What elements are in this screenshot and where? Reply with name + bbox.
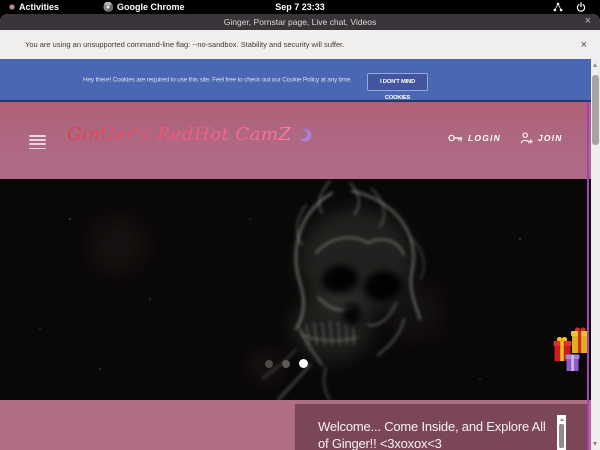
activities-button[interactable]: Activities bbox=[9, 2, 59, 12]
gnome-top-bar: Activities Google Chrome Sep 7 23:33 bbox=[0, 0, 600, 14]
network-icon[interactable] bbox=[553, 2, 563, 12]
cookie-banner: Hey there! Cookies are required to use t… bbox=[0, 59, 591, 102]
warning-message: You are using an unsupported command-lin… bbox=[25, 40, 344, 49]
carousel-dot-3-active[interactable] bbox=[299, 359, 308, 368]
user-plus-icon bbox=[520, 132, 533, 144]
hamburger-menu-icon[interactable] bbox=[29, 135, 47, 152]
carousel-dot-2[interactable] bbox=[282, 360, 290, 368]
warning-close-icon[interactable]: × bbox=[581, 39, 587, 51]
panel-scrollbar-thumb[interactable] bbox=[559, 424, 564, 448]
site-logo[interactable]: GinGer's RedHot CamZ bbox=[67, 124, 312, 145]
crescent-moon-icon bbox=[298, 128, 312, 142]
power-icon[interactable] bbox=[576, 2, 586, 12]
page-bottom-strip: Welcome... Come Inside, and Explore All … bbox=[0, 400, 591, 450]
page-accent-line bbox=[587, 102, 589, 450]
welcome-line-1: Welcome... Come Inside, and Explore All bbox=[318, 418, 547, 435]
welcome-panel-scrollbar[interactable] bbox=[557, 415, 566, 450]
scrollbar-down-icon[interactable] bbox=[593, 442, 597, 446]
login-button[interactable]: LOGIN bbox=[448, 133, 501, 143]
login-label: LOGIN bbox=[468, 133, 501, 143]
browser-scrollbar[interactable] bbox=[591, 59, 600, 450]
site-logo-text: GinGer's RedHot CamZ bbox=[67, 124, 292, 145]
close-window-icon[interactable]: × bbox=[585, 14, 591, 29]
welcome-panel: Welcome... Come Inside, and Explore All … bbox=[295, 404, 587, 450]
system-tray[interactable] bbox=[553, 0, 586, 14]
clock[interactable]: Sep 7 23:33 bbox=[0, 2, 600, 12]
hero-carousel[interactable] bbox=[0, 179, 591, 400]
scrollbar-up-icon[interactable] bbox=[593, 63, 597, 67]
key-icon bbox=[448, 133, 463, 143]
accept-cookies-button[interactable]: I DON'T MIND COOKIES bbox=[367, 73, 428, 91]
carousel-dots bbox=[265, 359, 308, 368]
chrome-warning-infobar: You are using an unsupported command-lin… bbox=[0, 30, 600, 59]
site-header: GinGer's RedHot CamZ bbox=[0, 102, 591, 179]
join-button[interactable]: JOIN bbox=[520, 132, 563, 144]
page-title: Ginger, Pornstar page, Live chat, Videos bbox=[224, 17, 376, 27]
cookie-message: Hey there! Cookies are required to use t… bbox=[83, 76, 352, 83]
welcome-line-2: of Ginger!! <3xoxox<3 bbox=[318, 435, 547, 450]
auth-links: LOGIN JOIN bbox=[448, 132, 563, 144]
browser-title-bar[interactable]: Ginger, Pornstar page, Live chat, Videos… bbox=[0, 14, 600, 30]
gift-boxes-icon[interactable] bbox=[553, 323, 591, 374]
join-label: JOIN bbox=[538, 133, 563, 143]
browser-window: Ginger, Pornstar page, Live chat, Videos… bbox=[0, 14, 600, 450]
activities-label: Activities bbox=[19, 2, 59, 12]
web-page: Hey there! Cookies are required to use t… bbox=[0, 59, 591, 450]
chrome-icon bbox=[103, 2, 113, 12]
scroll-up-icon[interactable] bbox=[560, 418, 564, 421]
focused-app-label: Google Chrome bbox=[117, 2, 185, 12]
activities-dot-icon bbox=[9, 4, 15, 10]
scrollbar-thumb[interactable] bbox=[592, 75, 599, 145]
focused-app-menu[interactable]: Google Chrome bbox=[103, 2, 185, 12]
carousel-dot-1[interactable] bbox=[265, 360, 273, 368]
